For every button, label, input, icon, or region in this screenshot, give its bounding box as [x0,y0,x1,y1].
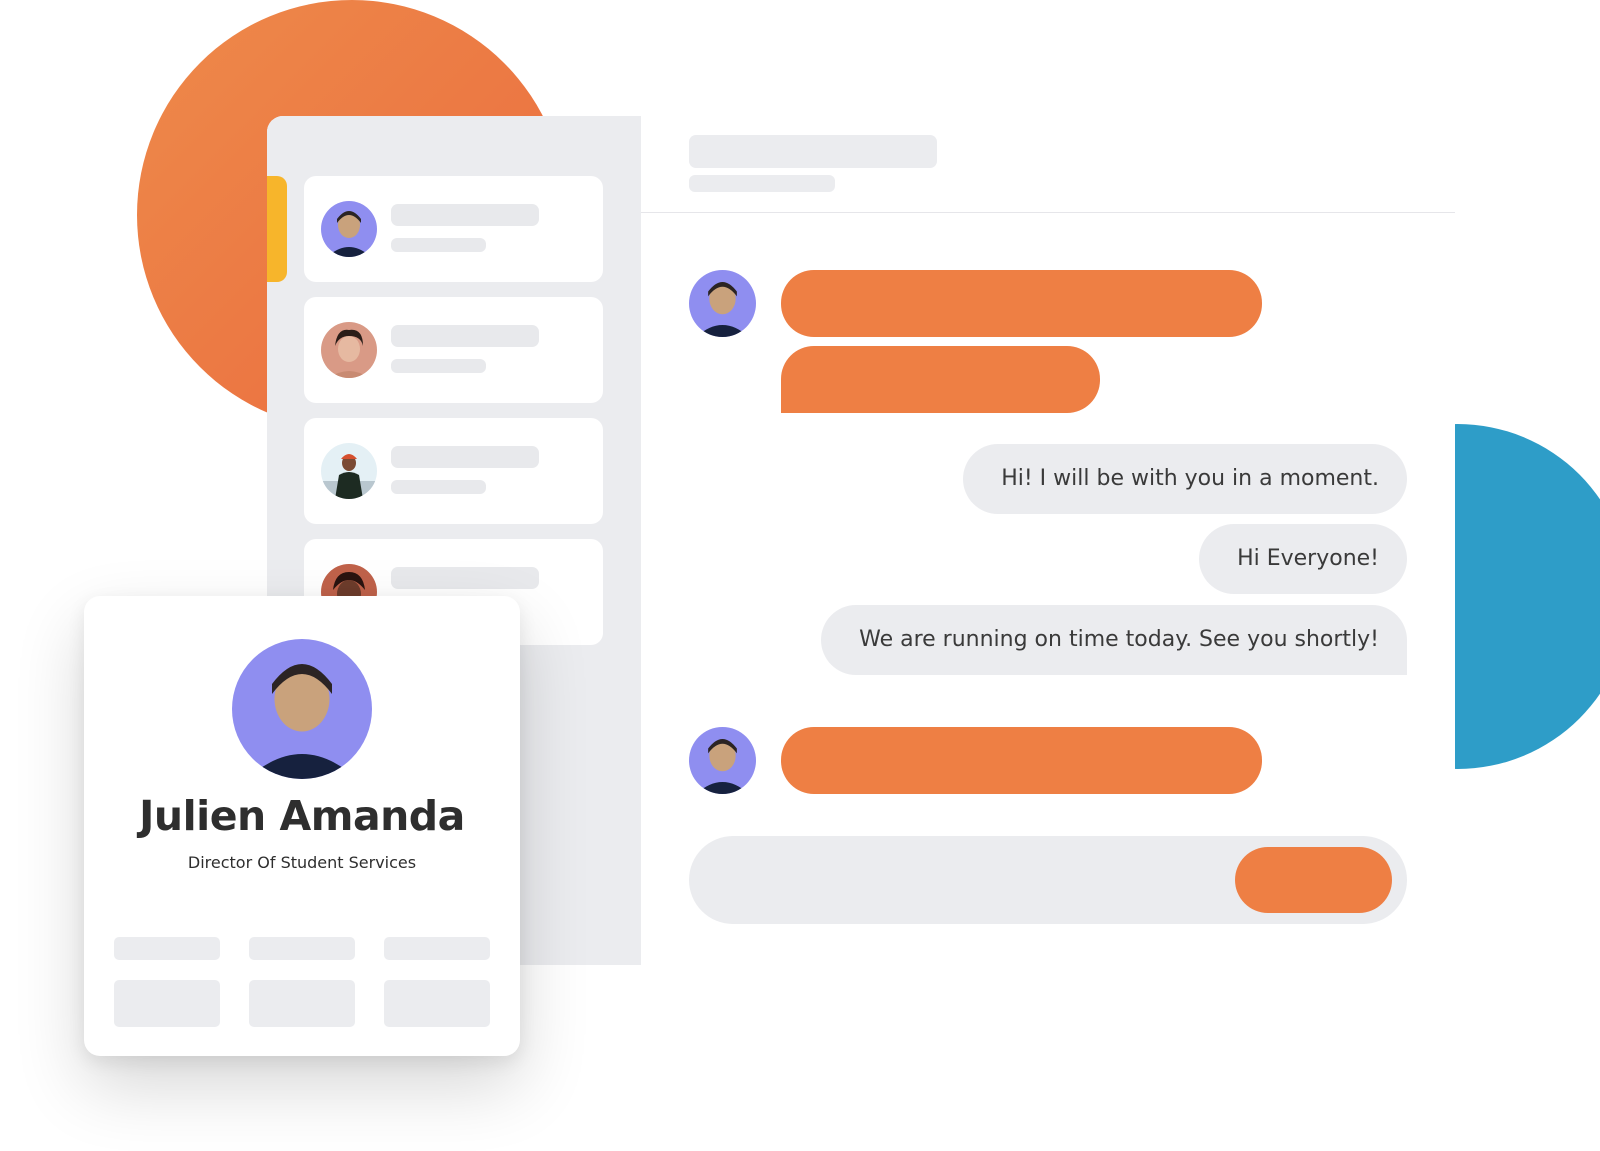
profile-stat-value-placeholder [384,980,490,1027]
outgoing-message-bubble: We are running on time today. See you sh… [821,605,1407,675]
profile-stat-label-placeholder [114,937,220,960]
incoming-message-bubble [781,346,1100,413]
conversation-item[interactable] [304,176,603,282]
profile-stat-label-placeholder [249,937,355,960]
profile-stat-label-placeholder [384,937,490,960]
avatar [689,270,756,337]
profile-card: Julien Amanda Director Of Student Servic… [84,596,520,1056]
conversation-name-placeholder [391,446,539,468]
incoming-message-bubble [781,270,1262,337]
message-input[interactable] [689,836,1407,924]
avatar [689,727,756,794]
chat-title-placeholder [689,135,937,168]
avatar [232,639,372,779]
profile-stat-value-placeholder [114,980,220,1027]
profile-role: Director Of Student Services [187,853,417,872]
conversation-preview-placeholder [391,480,486,494]
outgoing-message-bubble: Hi Everyone! [1199,524,1407,594]
conversation-preview-placeholder [391,359,486,373]
conversation-name-placeholder [391,325,539,347]
profile-name: Julien Amanda [139,792,465,840]
avatar [321,201,377,257]
conversation-item[interactable] [304,418,603,524]
chat-header-divider [641,212,1455,213]
conversation-preview-placeholder [391,238,486,252]
conversation-item[interactable] [304,297,603,403]
outgoing-message-bubble: Hi! I will be with you in a moment. [963,444,1407,514]
avatar [321,322,377,378]
conversation-name-placeholder [391,567,539,589]
active-conversation-indicator [267,176,287,282]
conversation-name-placeholder [391,204,539,226]
chat-subtitle-placeholder [689,175,835,192]
send-button[interactable] [1235,847,1392,913]
incoming-message-bubble [781,727,1262,794]
avatar [321,443,377,499]
profile-stat-value-placeholder [249,980,355,1027]
